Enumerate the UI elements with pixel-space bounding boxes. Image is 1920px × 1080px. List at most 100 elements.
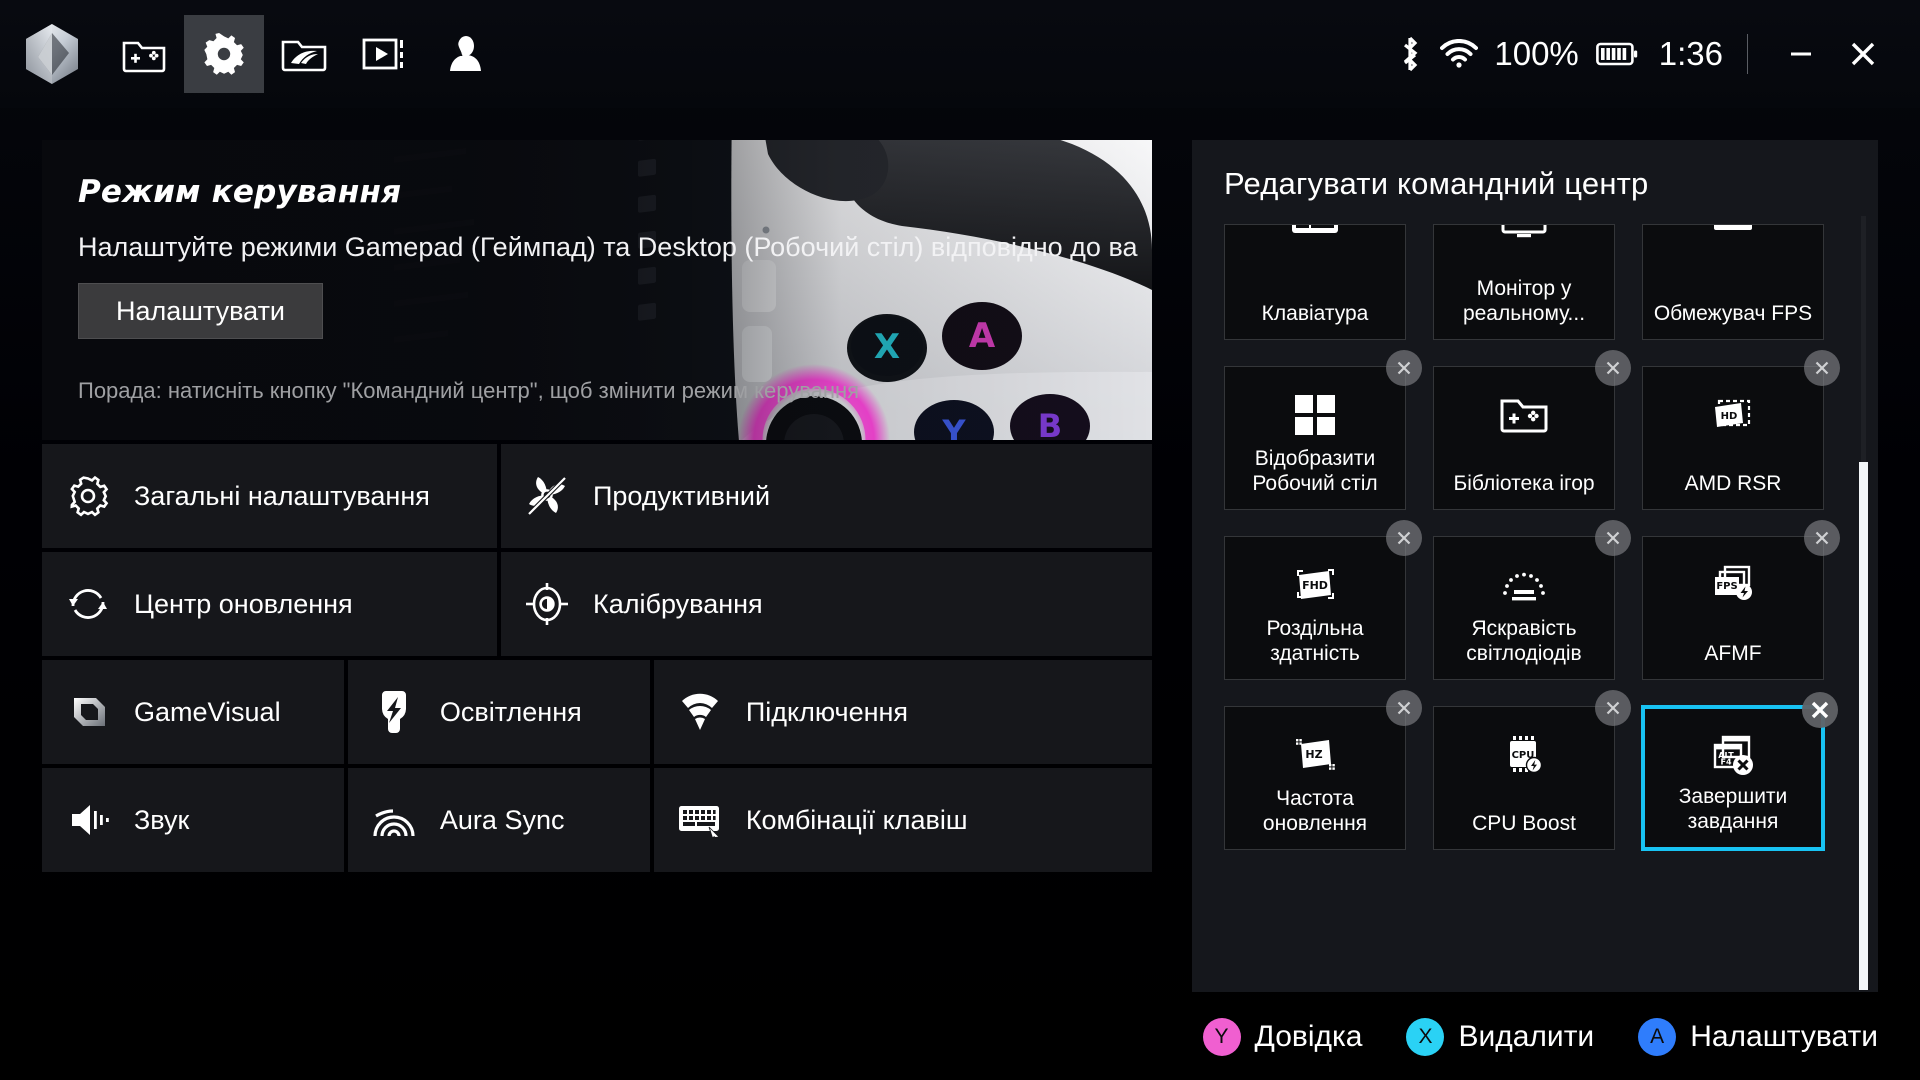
app-logo[interactable] — [0, 0, 104, 108]
bluetooth-icon[interactable] — [1388, 35, 1432, 73]
cc-card-label: Роздільна здатність — [1266, 616, 1364, 666]
cc-card-realtime-monitor[interactable]: Монітор у реальному... — [1433, 224, 1615, 340]
cc-card-led-brightness[interactable]: Яскравість світлодіодів — [1433, 520, 1631, 680]
tile-label: Комбінації клавіш — [745, 804, 968, 835]
wifi-icon[interactable] — [1432, 39, 1486, 69]
end-task-altf4-icon: ALT F4 — [1645, 731, 1821, 783]
action-help[interactable]: Y Довідка — [1202, 1018, 1363, 1056]
cc-card-cpu-boost[interactable]: CPU CPU Boost — [1433, 690, 1631, 850]
cc-card-label: AFMF — [1704, 642, 1762, 666]
user-avatar-icon — [450, 36, 481, 71]
tile-label: Калібрування — [593, 588, 763, 619]
cc-card-end-task[interactable]: ALT F4 Завершити завдання — [1642, 692, 1838, 850]
command-center-panel: Редагувати командний центр Клавіатура Мо… — [1192, 140, 1878, 992]
remove-card-button[interactable] — [1802, 692, 1838, 728]
cc-card-amd-rsr[interactable]: HD AMD RSR — [1642, 350, 1840, 510]
action-bar: Y Довідка X Видалити A Налаштувати — [0, 994, 1920, 1080]
cc-card-label: Обмежувач FPS — [1653, 302, 1813, 326]
close-x-icon — [1397, 701, 1411, 715]
tile-label: GameVisual — [134, 696, 281, 727]
fps-limiter-icon: FPS — [1643, 225, 1823, 245]
remove-card-button[interactable] — [1804, 350, 1840, 386]
button-badge-x: X — [1406, 1018, 1445, 1056]
tile-key-combinations[interactable]: Комбінації клавіш — [653, 768, 1152, 872]
tile-label: Підключення — [745, 696, 909, 727]
tile-label: Загальні налаштування — [134, 480, 430, 511]
status-area: 100% 1:36 — [1388, 0, 1920, 108]
close-icon — [1851, 42, 1875, 66]
remove-card-button[interactable] — [1386, 690, 1422, 726]
close-x-icon — [1811, 701, 1829, 719]
action-label: Видалити — [1458, 1020, 1595, 1053]
remove-card-button[interactable] — [1595, 690, 1631, 726]
show-desktop-icon — [1225, 389, 1405, 441]
cc-card-label: Відобразити Робочий стіл — [1252, 446, 1378, 496]
cc-card-label: Монітор у реальному... — [1462, 276, 1586, 326]
cc-card-show-desktop[interactable]: Відобразити Робочий стіл — [1224, 350, 1422, 510]
tab-user-profile[interactable] — [424, 15, 504, 93]
svg-text:F4: F4 — [1720, 758, 1731, 767]
cc-card-game-library[interactable]: Бібліотека ігор — [1433, 350, 1631, 510]
svg-text:FHD: FHD — [1302, 579, 1328, 592]
remove-card-button[interactable] — [1595, 520, 1631, 556]
lighting-bolt-icon — [348, 689, 440, 735]
tab-media[interactable] — [344, 15, 424, 93]
tile-gamevisual[interactable]: GameVisual — [42, 660, 344, 764]
cc-card-refresh-rate[interactable]: HZ Частота оновлення — [1224, 690, 1422, 850]
close-x-icon — [1815, 531, 1829, 545]
tile-connection[interactable]: Підключення — [653, 660, 1152, 764]
action-configure[interactable]: A Налаштувати — [1638, 1018, 1878, 1056]
svg-text:HD: HD — [1721, 411, 1738, 422]
refresh-update-icon — [42, 582, 134, 626]
tile-aura-sync[interactable]: Aura Sync — [347, 768, 650, 872]
gear-outline-icon — [42, 474, 134, 518]
control-mode-banner: X A Y B Режим керування Налаштуйте режим… — [42, 140, 1152, 440]
tab-settings[interactable] — [184, 15, 264, 93]
tile-performance-mode[interactable]: Продуктивний — [501, 444, 1152, 548]
titlebar: 100% 1:36 — [0, 0, 1920, 108]
configure-button[interactable]: Налаштувати — [78, 283, 323, 339]
tab-game-library[interactable] — [104, 15, 184, 93]
panel-title: Редагувати командний центр — [1224, 166, 1649, 201]
remove-card-button[interactable] — [1386, 520, 1422, 556]
cc-card-label: CPU Boost — [1472, 812, 1576, 836]
settings-row: Звук Aura Sync Комбінації клавіш — [42, 768, 1152, 872]
remove-card-button[interactable] — [1595, 350, 1631, 386]
tile-calibration[interactable]: Калібрування — [501, 552, 1152, 656]
close-x-icon — [1397, 361, 1411, 375]
battery-percent: 100% — [1494, 35, 1579, 72]
scrollbar-thumb[interactable] — [1859, 462, 1868, 990]
action-label: Довідка — [1254, 1020, 1363, 1053]
calibration-target-icon — [501, 581, 593, 627]
cc-card-fps-limiter[interactable]: FPS Обмежувач FPS — [1642, 224, 1824, 340]
banner-title: Режим керування — [78, 174, 402, 210]
remove-card-button[interactable] — [1804, 520, 1840, 556]
close-button[interactable] — [1832, 23, 1894, 85]
connection-wifi-icon — [654, 691, 746, 733]
settings-row: Загальні налаштування Продуктивний — [42, 444, 1152, 548]
tile-sound[interactable]: Звук — [42, 768, 344, 872]
tile-label: Освітлення — [439, 696, 582, 727]
remove-card-button[interactable] — [1386, 350, 1422, 386]
fan-performance-icon — [501, 473, 593, 519]
tab-rog-content[interactable] — [264, 15, 344, 93]
game-folder-icon — [122, 41, 166, 73]
command-center-grid: Клавіатура Монітор у реальному... FPS — [1224, 224, 1844, 850]
action-delete[interactable]: X Видалити — [1406, 1018, 1594, 1056]
refresh-rate-hz-icon: HZ — [1225, 729, 1405, 781]
cc-card-resolution[interactable]: FHD Роздільна здатність — [1224, 520, 1422, 680]
cc-card-afmf[interactable]: FPS AFMF — [1642, 520, 1840, 680]
tile-label: Продуктивний — [593, 480, 771, 511]
cc-card-label: Клавіатура — [1261, 302, 1369, 326]
minimize-button[interactable] — [1770, 23, 1832, 85]
tile-lighting[interactable]: Освітлення — [347, 660, 650, 764]
button-badge-y: Y — [1202, 1018, 1241, 1056]
cc-card-label: Завершити завдання — [1678, 784, 1788, 834]
led-brightness-icon — [1434, 559, 1614, 611]
cc-card-keyboard[interactable]: Клавіатура — [1224, 224, 1406, 340]
tile-general-settings[interactable]: Загальні налаштування — [42, 444, 497, 548]
tile-update-center[interactable]: Центр оновлення — [42, 552, 497, 656]
realtime-monitor-icon — [1434, 225, 1614, 245]
close-x-icon — [1606, 361, 1620, 375]
gear-icon — [204, 32, 244, 75]
